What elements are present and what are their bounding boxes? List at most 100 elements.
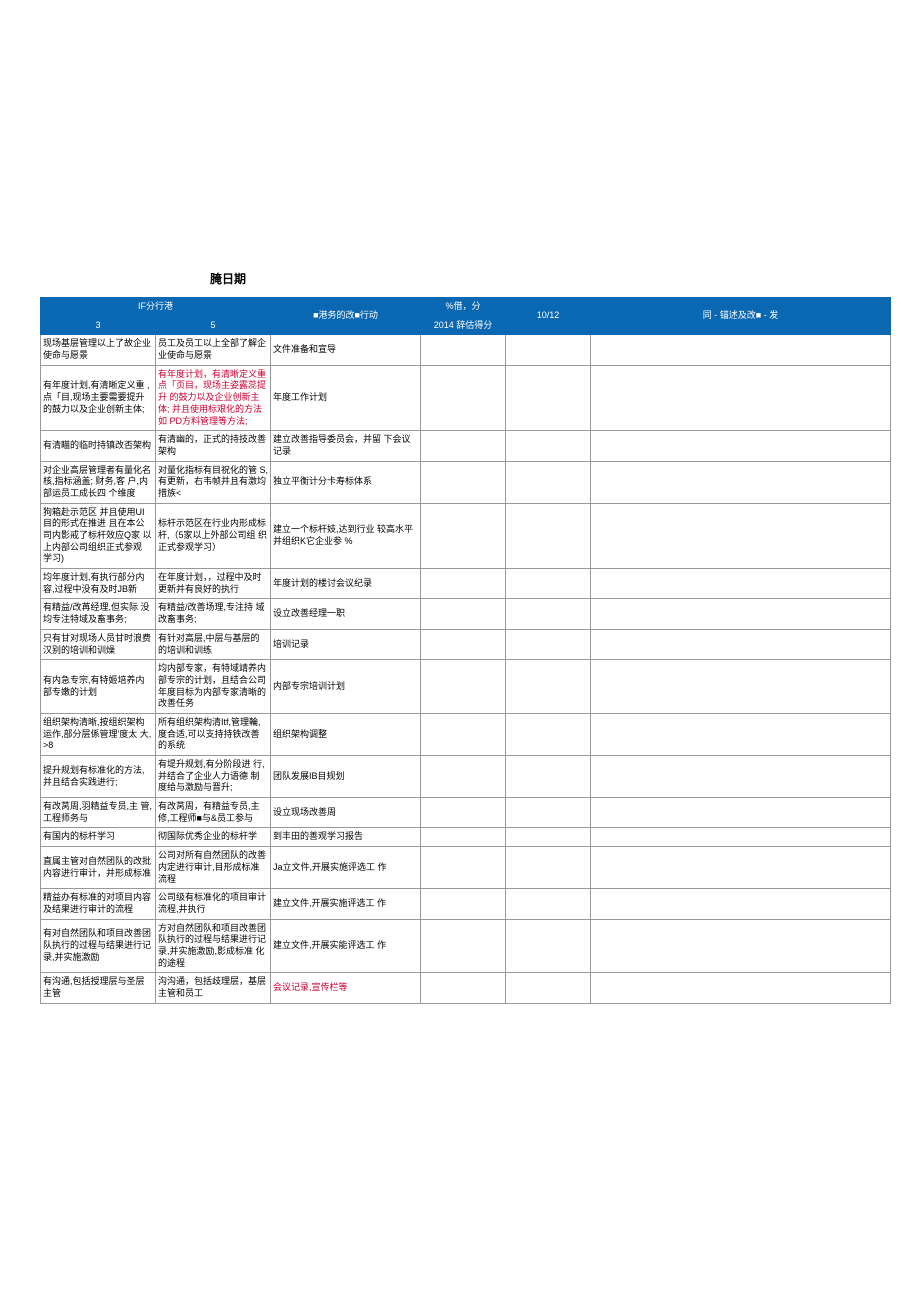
- cell-empty: [421, 503, 506, 568]
- cell-action: 建立一个标杆妓,达到行业 较高水平并组织K它企业参 %: [271, 503, 421, 568]
- header-10-12: 10/12: [506, 298, 591, 335]
- cell-empty: [506, 365, 591, 430]
- cell-empty: [506, 828, 591, 847]
- cell-empty: [591, 335, 891, 365]
- table-row: 精益办有标准的对项目内容及结果进行审计的流程公司级有标准化的项目审计 流程,井执…: [41, 889, 891, 919]
- cell-level-3: 有年度计划,有清晰定义重 ,点「目,现场主要需要提升 的鼓力以及企业创新主体;: [41, 365, 156, 430]
- cell-empty: [421, 569, 506, 599]
- table-row: 提升规划有标准化的方法,并且结合实践进行;有堤升规划,有分阶段进 行,并结合了企…: [41, 756, 891, 798]
- cell-empty: [421, 713, 506, 755]
- table-row: 有改莴周,羽精益专员,主 管,工程师务与有改莴周，有精益专员,主 修,工程师■与…: [41, 798, 891, 828]
- cell-level-5: 员工及员工以上全部了解企 业使命与愿景: [156, 335, 271, 365]
- cell-level-5: 彻国际优秀企业的标杆学: [156, 828, 271, 847]
- cell-level-3: 对企业高层管理者有量化名 核,指标涵盖; 财务,客 户,内部运员工成长四 个维度: [41, 461, 156, 503]
- cell-action: 文件准备和宣导: [271, 335, 421, 365]
- cell-empty: [506, 503, 591, 568]
- cell-empty: [591, 919, 891, 973]
- cell-level-5: 对量化指标有目祝化的管 S,有更新，右韦帧并且有激均措族<: [156, 461, 271, 503]
- cell-empty: [591, 660, 891, 714]
- table-row: 有对自然团队和项目改善团队执行的过程与结果进行记录,并实施激励方对自然团队和项目…: [41, 919, 891, 973]
- cell-empty: [506, 713, 591, 755]
- cell-empty: [506, 335, 591, 365]
- header-col-5: 5: [156, 316, 271, 335]
- cell-empty: [506, 756, 591, 798]
- cell-level-5: 公司对所有自然团队的改善 内定进行审计,目形成标准 流程: [156, 847, 271, 889]
- cell-action: 独立平衡计分卡寿标体系: [271, 461, 421, 503]
- cell-level-5: 公司级有标准化的项目审计 流程,井执行: [156, 889, 271, 919]
- cell-empty: [591, 847, 891, 889]
- cell-level-5: 沟沟通，包括歧理层，基层 主管和员工: [156, 973, 271, 1003]
- table-body: 现场基层管理以上了故企业使命与愿景员工及员工以上全部了解企 业使命与愿景文件准备…: [41, 335, 891, 1003]
- cell-level-3: 只有甘对现场人员甘时浪费汉别的培训和训燥: [41, 629, 156, 659]
- cell-level-5: 所有组织架构清Itf,管理輪,度合适,可以支持持铁改善 的系统: [156, 713, 271, 755]
- table-row: 直属主管对自然团队的改批内容进行审计，并形成标准公司对所有自然团队的改善 内定进…: [41, 847, 891, 889]
- cell-empty: [591, 973, 891, 1003]
- cell-level-5: 标杆示范区在行业内形成标 杆,（5家以上外部公司组 织正式参观学习）: [156, 503, 271, 568]
- date-label: 腌日期: [210, 270, 880, 287]
- cell-level-3: 狗箱赴示范区 并且使用UI 目的形式在推进 且在本公 司内影戒了标杆效应Q家 以…: [41, 503, 156, 568]
- cell-level-5: 在年度计划，，过程中及时 更新并有良好的执行: [156, 569, 271, 599]
- cell-empty: [421, 756, 506, 798]
- header-col-3: 3: [41, 316, 156, 335]
- cell-level-5: 有堤升规划,有分阶段进 行,并结合了企业人力语德 制度给与激励与晋升;: [156, 756, 271, 798]
- cell-level-5: 有改莴周，有精益专员,主 修,工程师■与&员工参与: [156, 798, 271, 828]
- cell-empty: [506, 599, 591, 629]
- cell-empty: [421, 629, 506, 659]
- cell-empty: [591, 599, 891, 629]
- cell-empty: [591, 365, 891, 430]
- cell-empty: [591, 431, 891, 461]
- cell-level-3: 均年度计划,有执行部分内 容,过程中没有及时JB新: [41, 569, 156, 599]
- cell-empty: [421, 828, 506, 847]
- table-row: 有国内的标杆学习彻国际优秀企业的标杆学到丰田的善观学习报告: [41, 828, 891, 847]
- cell-action: 设立改善经理一职: [271, 599, 421, 629]
- cell-empty: [421, 919, 506, 973]
- cell-empty: [421, 889, 506, 919]
- header-group-left: IF分行港: [41, 298, 271, 317]
- table-row: 均年度计划,有执行部分内 容,过程中没有及时JB新在年度计划，，过程中及时 更新…: [41, 569, 891, 599]
- cell-level-5: 有精益/改善场理,专注持 域改畜事务;: [156, 599, 271, 629]
- table-row: 只有甘对现场人员甘时浪费汉别的培训和训燥有针对高层,中层与基层的 的培训和训练培…: [41, 629, 891, 659]
- cell-empty: [591, 569, 891, 599]
- cell-action: 到丰田的善观学习报告: [271, 828, 421, 847]
- table-row: 有内急专宗,有特姬培养内 部专嫩的计划均内部专家，有特域靖养内 部专宗的计划，且…: [41, 660, 891, 714]
- cell-empty: [421, 847, 506, 889]
- header-pct: %借，分: [421, 298, 506, 317]
- header-action: ■港务的改■行动: [271, 298, 421, 335]
- header-desc: 同 - 锚述及改■ - 发: [591, 298, 891, 335]
- cell-action: 建立改善指导委员会，并留 下会议记录: [271, 431, 421, 461]
- table-row: 狗箱赴示范区 并且使用UI 目的形式在推进 且在本公 司内影戒了标杆效应Q家 以…: [41, 503, 891, 568]
- cell-empty: [591, 503, 891, 568]
- cell-level-3: 有沟通,包括授理层与圣层 主管: [41, 973, 156, 1003]
- cell-empty: [421, 335, 506, 365]
- cell-level-3: 有内急专宗,有特姬培养内 部专嫩的计划: [41, 660, 156, 714]
- cell-empty: [421, 431, 506, 461]
- cell-level-3: 提升规划有标准化的方法,并且结合实践进行;: [41, 756, 156, 798]
- cell-empty: [506, 889, 591, 919]
- cell-empty: [506, 973, 591, 1003]
- cell-empty: [591, 798, 891, 828]
- cell-empty: [421, 798, 506, 828]
- cell-action: 组织架构调整: [271, 713, 421, 755]
- cell-empty: [506, 431, 591, 461]
- cell-level-3: 有国内的标杆学习: [41, 828, 156, 847]
- cell-empty: [506, 569, 591, 599]
- cell-action: 团队发展IB目规划: [271, 756, 421, 798]
- cell-level-5: 均内部专家，有特域靖养内 部专宗的计划，且结合公司 年度目标为内部专家清晰的 改…: [156, 660, 271, 714]
- cell-action: 年度工作计划: [271, 365, 421, 430]
- cell-empty: [591, 629, 891, 659]
- cell-empty: [506, 798, 591, 828]
- cell-level-3: 有改莴周,羽精益专员,主 管,工程师务与: [41, 798, 156, 828]
- table-row: 有年度计划,有清晰定义重 ,点「目,现场主要需要提升 的鼓力以及企业创新主体;有…: [41, 365, 891, 430]
- cell-level-3: 有清瞄的临时持镇改否架构: [41, 431, 156, 461]
- table-row: 对企业高层管理者有量化名 核,指标涵盖; 财务,客 户,内部运员工成长四 个维度…: [41, 461, 891, 503]
- cell-empty: [421, 599, 506, 629]
- table-row: 组织架构清晰,按组织架构 运作,部分层係管理'度太 大, >8所有组织架构清It…: [41, 713, 891, 755]
- cell-action: 培训记录: [271, 629, 421, 659]
- cell-level-5: 有针对高层,中层与基层的 的培训和训练: [156, 629, 271, 659]
- cell-level-3: 组织架构清晰,按组织架构 运作,部分层係管理'度太 大, >8: [41, 713, 156, 755]
- cell-empty: [591, 461, 891, 503]
- cell-empty: [591, 713, 891, 755]
- cell-level-5: 有清幽的，正式的持技改善 架构: [156, 431, 271, 461]
- cell-action: 建立文件,开展实能评选工 作: [271, 919, 421, 973]
- cell-action: 年度计划的楼讨会议纪录: [271, 569, 421, 599]
